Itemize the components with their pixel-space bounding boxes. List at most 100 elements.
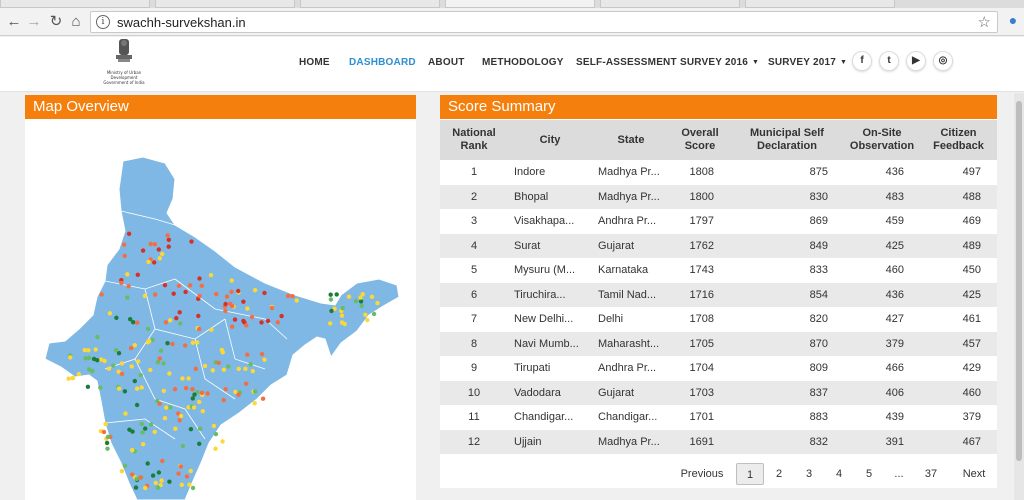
table-row[interactable]: 3 Visakhapa... Andhra Pr... 1797 869 459 469 <box>440 209 997 234</box>
city-marker[interactable] <box>132 378 137 384</box>
city-marker[interactable] <box>229 278 234 283</box>
city-marker[interactable] <box>208 273 214 278</box>
city-marker[interactable] <box>157 256 162 261</box>
city-marker[interactable] <box>199 283 204 288</box>
city-marker[interactable] <box>99 292 104 297</box>
city-marker[interactable] <box>138 475 143 480</box>
city-marker[interactable] <box>359 303 364 309</box>
page-button-4[interactable]: 4 <box>826 463 852 485</box>
col-header-municipal-self-declaration[interactable]: Municipal Self Declaration <box>730 120 844 160</box>
city-marker[interactable] <box>158 348 164 353</box>
city-marker[interactable] <box>236 392 241 397</box>
table-row[interactable]: 11 Chandigar... Chandigar... 1701 883 439 379 <box>440 405 997 430</box>
city-marker[interactable] <box>219 347 224 353</box>
city-marker[interactable] <box>166 237 171 242</box>
youtube-icon[interactable]: ▶ <box>906 51 926 71</box>
info-icon[interactable]: i <box>96 15 110 29</box>
col-header-citizen-feedback[interactable]: Citizen Feedback <box>920 120 997 160</box>
city-marker[interactable] <box>180 376 185 381</box>
city-marker[interactable] <box>105 446 110 451</box>
city-marker[interactable] <box>132 343 137 348</box>
city-marker[interactable] <box>196 313 201 319</box>
table-row[interactable]: 8 Navi Mumb... Maharasht... 1705 870 379 457 <box>440 331 997 356</box>
page-button-3[interactable]: 3 <box>796 463 822 485</box>
city-marker[interactable] <box>190 396 195 401</box>
city-marker[interactable] <box>119 280 124 286</box>
city-marker[interactable] <box>119 361 125 366</box>
city-marker[interactable] <box>294 298 299 303</box>
city-marker[interactable] <box>236 288 241 294</box>
browser-tab[interactable] <box>0 0 150 8</box>
city-marker[interactable] <box>176 283 182 288</box>
city-marker[interactable] <box>371 311 377 317</box>
col-header-city[interactable]: City <box>508 120 592 160</box>
table-row[interactable]: 12 Ujjain Madhya Pr... 1691 832 391 467 <box>440 429 997 454</box>
city-marker[interactable] <box>177 418 182 423</box>
city-marker[interactable] <box>186 376 191 381</box>
nav-dashboard[interactable]: DASHBOARD <box>349 57 416 68</box>
city-marker[interactable] <box>135 272 140 277</box>
city-marker[interactable] <box>188 427 194 432</box>
city-marker[interactable] <box>127 427 132 432</box>
city-marker[interactable] <box>259 351 265 357</box>
city-marker[interactable] <box>241 299 246 304</box>
city-marker[interactable] <box>375 300 380 306</box>
city-marker[interactable] <box>142 293 148 299</box>
city-marker[interactable] <box>179 482 184 487</box>
back-icon[interactable]: ← <box>4 12 24 32</box>
table-row[interactable]: 1 Indore Madhya Pr... 1808 875 436 497 <box>440 160 997 185</box>
city-marker[interactable] <box>358 299 364 304</box>
city-marker[interactable] <box>252 288 258 293</box>
city-marker[interactable] <box>161 388 166 394</box>
city-marker[interactable] <box>107 311 113 316</box>
city-marker[interactable] <box>252 401 257 406</box>
city-marker[interactable] <box>245 352 250 357</box>
city-marker[interactable] <box>226 364 231 369</box>
city-marker[interactable] <box>165 341 170 346</box>
reload-icon[interactable]: ↻ <box>46 12 66 32</box>
city-marker[interactable] <box>130 448 135 453</box>
india-map[interactable] <box>25 119 416 500</box>
city-marker[interactable] <box>275 320 280 325</box>
city-marker[interactable] <box>93 347 98 352</box>
city-marker[interactable] <box>148 241 153 247</box>
previous-page-button[interactable]: Previous <box>672 463 732 485</box>
city-marker[interactable] <box>122 242 127 247</box>
city-marker[interactable] <box>230 324 235 329</box>
city-marker[interactable] <box>192 392 197 397</box>
city-marker[interactable] <box>202 363 208 369</box>
city-marker[interactable] <box>328 297 334 302</box>
city-marker[interactable] <box>143 426 148 431</box>
city-marker[interactable] <box>104 440 110 446</box>
city-marker[interactable] <box>213 446 218 451</box>
city-marker[interactable] <box>145 340 150 345</box>
city-marker[interactable] <box>128 345 134 351</box>
city-marker[interactable] <box>85 384 91 389</box>
page-button-1[interactable]: 1 <box>736 463 764 485</box>
city-marker[interactable] <box>223 308 228 314</box>
city-marker[interactable] <box>220 439 225 444</box>
city-marker[interactable] <box>241 318 246 324</box>
browser-tab[interactable] <box>300 0 440 8</box>
city-marker[interactable] <box>113 348 119 353</box>
city-marker[interactable] <box>125 272 130 277</box>
city-marker[interactable] <box>214 291 219 297</box>
city-marker[interactable] <box>139 421 144 427</box>
city-marker[interactable] <box>205 391 210 396</box>
city-marker[interactable] <box>134 386 140 391</box>
address-bar[interactable]: i swachh-survekshan.in ☆ <box>90 11 998 33</box>
city-marker[interactable] <box>161 361 166 366</box>
city-marker[interactable] <box>167 479 172 484</box>
city-marker[interactable] <box>260 396 266 401</box>
city-marker[interactable] <box>250 368 255 374</box>
city-marker[interactable] <box>178 321 183 326</box>
city-marker[interactable] <box>221 367 227 372</box>
page-scrollbar[interactable] <box>1014 93 1024 500</box>
city-marker[interactable] <box>190 340 196 345</box>
star-icon[interactable]: ☆ <box>978 13 991 31</box>
table-row[interactable]: 6 Tiruchira... Tamil Nad... 1716 854 436 425 <box>440 282 997 307</box>
city-marker[interactable] <box>148 367 153 373</box>
city-marker[interactable] <box>248 362 253 367</box>
city-marker[interactable] <box>223 387 228 392</box>
city-marker[interactable] <box>128 317 133 322</box>
